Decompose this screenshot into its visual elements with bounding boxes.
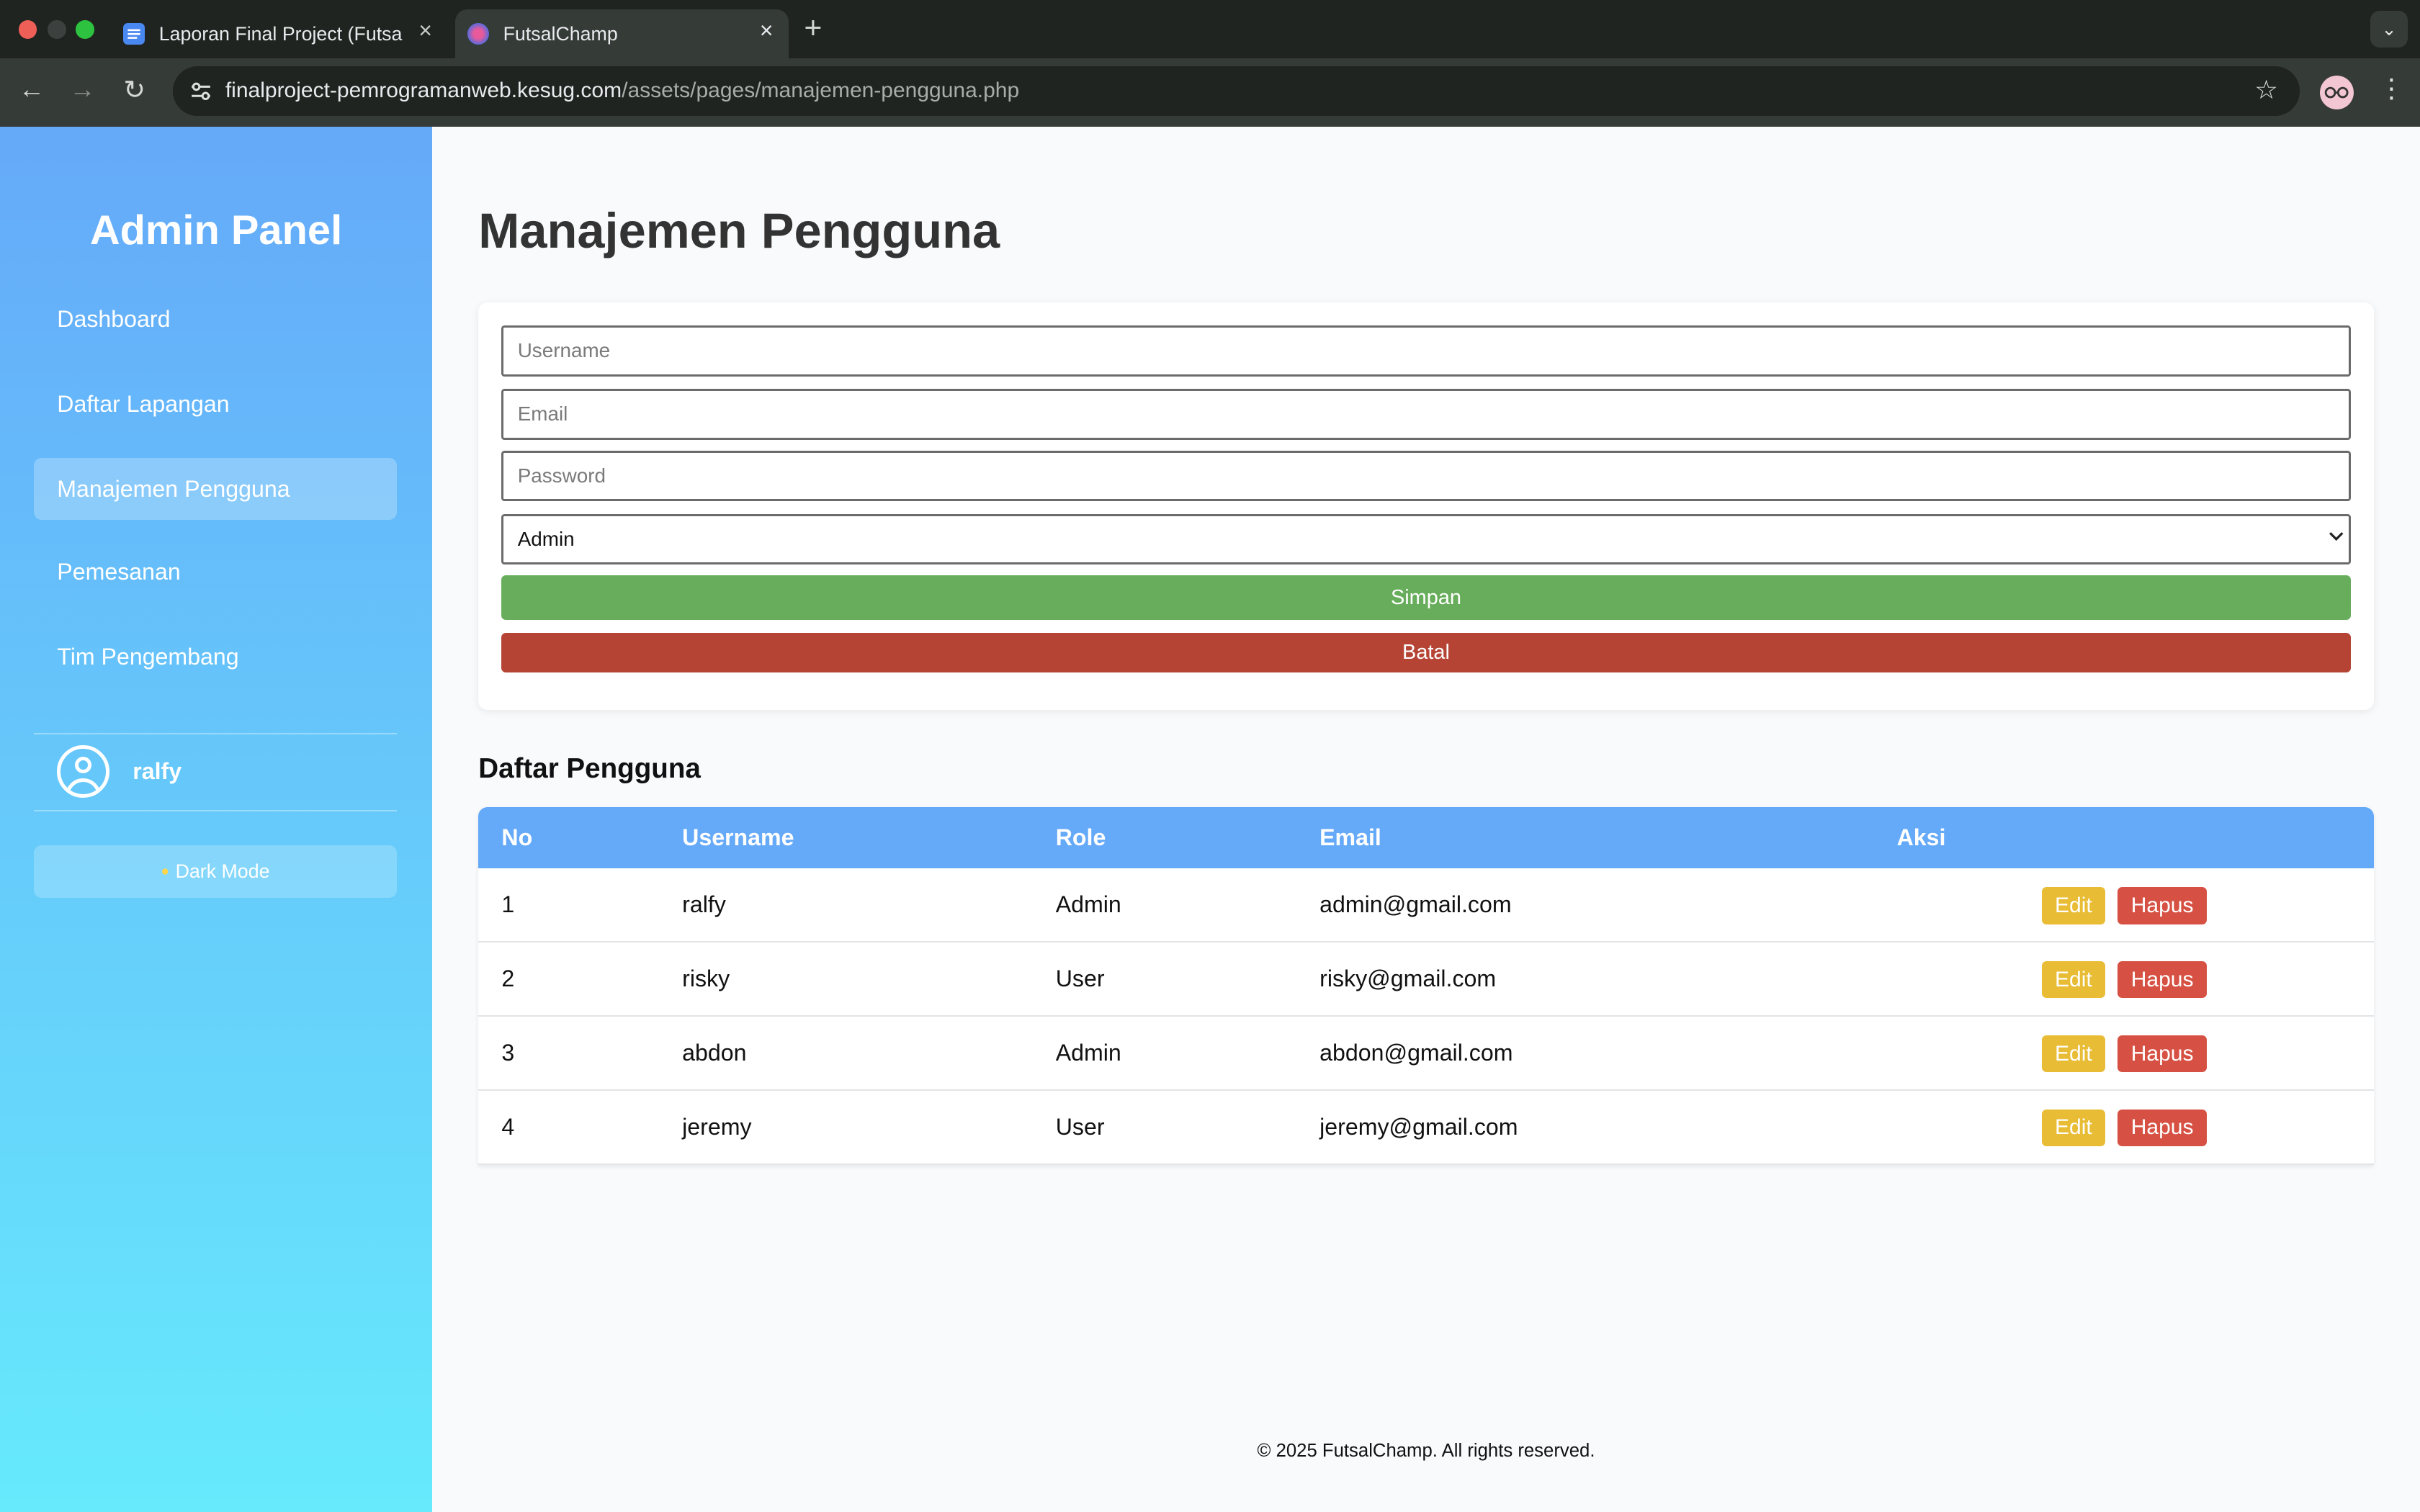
address-bar[interactable]: finalproject-pemrogramanweb.kesug.com/as… bbox=[173, 66, 2300, 116]
cell-username: risky bbox=[682, 966, 730, 992]
table-row: 2 risky User risky@gmail.com Edit Hapus bbox=[478, 942, 2374, 1017]
divider bbox=[34, 732, 397, 734]
main-content: Manajemen Pengguna Username Email Passwo… bbox=[432, 126, 2420, 1512]
reload-icon[interactable]: ↻ bbox=[123, 74, 145, 105]
save-button[interactable]: Simpan bbox=[501, 575, 2351, 621]
delete-button[interactable]: Hapus bbox=[2117, 1035, 2208, 1073]
browser-tab-active[interactable]: FutsalChamp × bbox=[455, 9, 789, 59]
cell-no: 2 bbox=[501, 966, 515, 992]
browser-menu-icon[interactable]: ⋮ bbox=[2378, 73, 2404, 104]
delete-button[interactable]: Hapus bbox=[2117, 1109, 2208, 1147]
chevron-down-icon bbox=[2329, 527, 2344, 548]
browser-tab[interactable]: Laporan Final Project (FutsalC × bbox=[111, 9, 447, 59]
sidebar-item-daftar-lapangan[interactable]: Daftar Lapangan bbox=[34, 374, 397, 436]
password-input[interactable]: Password bbox=[501, 450, 2351, 502]
bookmark-star-icon[interactable]: ☆ bbox=[2254, 74, 2278, 105]
column-header: No bbox=[501, 824, 533, 851]
cell-username: abdon bbox=[682, 1040, 747, 1066]
role-selected-value: Admin bbox=[517, 527, 575, 550]
cell-no: 4 bbox=[501, 1113, 515, 1140]
cell-username: ralfy bbox=[682, 891, 726, 918]
close-tab-icon[interactable]: × bbox=[760, 17, 774, 44]
cell-username: jeremy bbox=[682, 1113, 752, 1140]
dark-mode-label: Dark Mode bbox=[175, 860, 270, 883]
cell-email: abdon@gmail.com bbox=[1319, 1040, 1513, 1066]
edit-button[interactable]: Edit bbox=[2041, 1035, 2105, 1073]
table-row: 4 jeremy User jeremy@gmail.com Edit Hapu… bbox=[478, 1091, 2374, 1165]
sidebar-item-dashboard[interactable]: Dashboard bbox=[34, 289, 397, 351]
edit-button[interactable]: Edit bbox=[2041, 887, 2105, 924]
new-tab-icon[interactable]: + bbox=[804, 11, 822, 46]
cell-email: admin@gmail.com bbox=[1319, 891, 1512, 918]
browser-toolbar: ← → ↻ finalproject-pemrogramanweb.kesug.… bbox=[0, 58, 2420, 127]
browser-tab-bar: Laporan Final Project (FutsalC × FutsalC… bbox=[0, 0, 2420, 59]
sidebar-item-tim-pengembang[interactable]: Tim Pengembang bbox=[34, 626, 397, 688]
bulb-icon: ● bbox=[161, 863, 169, 879]
username-input[interactable]: Username bbox=[501, 325, 2351, 377]
cell-role: Admin bbox=[1055, 891, 1121, 918]
role-select[interactable]: Admin bbox=[501, 513, 2351, 565]
column-header: Role bbox=[1055, 824, 1106, 851]
table-row: 1 ralfy Admin admin@gmail.com Edit Hapus bbox=[478, 868, 2374, 943]
dark-mode-toggle[interactable]: ● Dark Mode bbox=[34, 845, 397, 899]
cell-role: User bbox=[1055, 1113, 1105, 1140]
page-title: Manajemen Pengguna bbox=[478, 202, 1000, 258]
url-text: finalproject-pemrogramanweb.kesug.com/as… bbox=[225, 78, 1020, 103]
cell-no: 3 bbox=[501, 1040, 515, 1066]
sidebar-item-pemesanan[interactable]: Pemesanan bbox=[34, 541, 397, 603]
delete-button[interactable]: Hapus bbox=[2117, 960, 2208, 999]
footer-copyright: © 2025 FutsalChamp. All rights reserved. bbox=[1257, 1441, 1595, 1462]
profile-avatar-icon[interactable] bbox=[2319, 75, 2354, 110]
cancel-button[interactable]: Batal bbox=[501, 632, 2351, 673]
email-input[interactable]: Email bbox=[501, 388, 2351, 440]
site-settings-icon[interactable] bbox=[188, 78, 212, 103]
cell-role: User bbox=[1055, 966, 1105, 992]
close-tab-icon[interactable]: × bbox=[418, 17, 432, 44]
column-header: Aksi bbox=[1896, 824, 1946, 851]
cell-no: 1 bbox=[501, 891, 515, 918]
user-list-title: Daftar Pengguna bbox=[478, 752, 701, 784]
sidebar: Admin Panel Dashboard Daftar Lapangan Ma… bbox=[0, 126, 432, 1512]
docs-icon bbox=[123, 23, 145, 45]
close-window-button[interactable] bbox=[18, 19, 37, 39]
user-name: ralfy bbox=[133, 757, 182, 784]
edit-button[interactable]: Edit bbox=[2041, 960, 2105, 999]
tab-search-icon[interactable]: ⌄ bbox=[2370, 11, 2408, 48]
column-header: Username bbox=[682, 824, 794, 851]
user-table: No Username Role Email Aksi 1 ralfy Admi… bbox=[478, 806, 2374, 1165]
cell-email: risky@gmail.com bbox=[1319, 966, 1497, 992]
delete-button[interactable]: Hapus bbox=[2117, 887, 2208, 924]
divider bbox=[34, 809, 397, 812]
sidebar-item-manajemen-pengguna[interactable]: Manajemen Pengguna bbox=[34, 458, 397, 521]
tab-title: Laporan Final Project (FutsalC bbox=[158, 22, 403, 45]
edit-button[interactable]: Edit bbox=[2041, 1109, 2105, 1147]
tab-title: FutsalChamp bbox=[503, 22, 618, 45]
user-profile[interactable]: ralfy bbox=[57, 744, 182, 798]
back-icon[interactable]: ← bbox=[19, 74, 45, 104]
table-header: No Username Role Email Aksi bbox=[478, 806, 2374, 869]
zoom-window-button[interactable] bbox=[76, 19, 94, 39]
futsalchamp-favicon-icon bbox=[467, 23, 490, 45]
sidebar-title: Admin Panel bbox=[89, 207, 343, 254]
user-form: Username Email Password Admin Simpan Bat… bbox=[478, 302, 2374, 710]
table-row: 3 abdon Admin abdon@gmail.com Edit Hapus bbox=[478, 1017, 2374, 1091]
minimize-window-button[interactable] bbox=[48, 19, 67, 39]
cell-role: Admin bbox=[1055, 1040, 1121, 1066]
cell-email: jeremy@gmail.com bbox=[1319, 1113, 1518, 1140]
forward-icon[interactable]: → bbox=[69, 74, 95, 104]
avatar-icon bbox=[57, 744, 110, 798]
column-header: Email bbox=[1319, 824, 1381, 851]
